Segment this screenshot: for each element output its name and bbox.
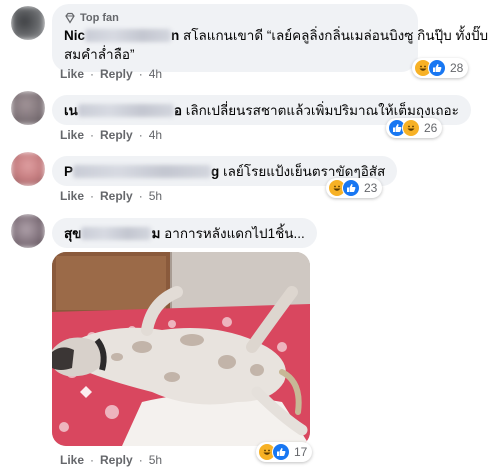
comment-actions: Like · Reply · 5h	[60, 189, 162, 203]
reply-link[interactable]: Reply	[100, 128, 133, 142]
name-visible: P	[64, 164, 74, 179]
commenter-name[interactable]: Nic n	[64, 28, 179, 43]
commenter-name[interactable]: สุข ม	[64, 226, 160, 241]
avatar[interactable]	[11, 91, 45, 125]
reaction-summary[interactable]: 23	[326, 178, 383, 198]
reaction-count: 26	[424, 121, 438, 135]
name-visible: Nic	[64, 28, 86, 43]
sleeping-dog-image	[52, 252, 310, 446]
comment-text: สโลแกนเขาดี “เลย์คลูลิ่งกลิ่นเมล่อนบิงซู…	[183, 28, 489, 43]
commenter-name[interactable]: เน อ	[64, 103, 182, 118]
blurred-name	[73, 165, 212, 178]
timestamp[interactable]: 4h	[149, 67, 162, 81]
name-tail: g	[211, 164, 220, 179]
reply-link[interactable]: Reply	[100, 453, 133, 467]
reaction-count: 28	[450, 61, 464, 75]
like-link[interactable]: Like	[60, 453, 84, 467]
diamond-badge-icon	[65, 12, 75, 24]
separator: ·	[90, 128, 95, 142]
separator: ·	[90, 67, 95, 81]
comment-actions: Like · Reply · 4h	[60, 67, 162, 81]
haha-emoji-icon	[402, 119, 420, 137]
separator: ·	[138, 453, 143, 467]
separator: ·	[90, 189, 95, 203]
blurred-name	[77, 104, 174, 117]
comment-bubble: สุข ม อาการหลังแดกไป1ชิ้น...	[52, 218, 317, 248]
separator: ·	[138, 67, 143, 81]
blurred-name	[81, 227, 152, 240]
avatar[interactable]	[11, 214, 45, 248]
comment-text: อาการหลังแดกไป1ชิ้น...	[164, 226, 305, 241]
name-tail: ม	[151, 226, 161, 241]
reaction-summary[interactable]: 26	[386, 118, 443, 138]
name-tail: n	[171, 28, 180, 43]
commenter-name[interactable]: Pg	[64, 164, 219, 179]
reaction-summary[interactable]: 17	[256, 442, 313, 462]
reaction-count: 17	[294, 445, 308, 459]
thumbs-up-icon	[342, 179, 360, 197]
name-tail: อ	[173, 103, 182, 118]
avatar[interactable]	[11, 6, 45, 40]
separator: ·	[138, 189, 143, 203]
blurred-name	[85, 29, 172, 42]
avatar[interactable]	[11, 152, 45, 186]
timestamp[interactable]: 5h	[149, 453, 162, 467]
reaction-summary[interactable]: 28	[412, 58, 469, 78]
like-link[interactable]: Like	[60, 189, 84, 203]
timestamp[interactable]: 4h	[149, 128, 162, 142]
like-link[interactable]: Like	[60, 67, 84, 81]
like-link[interactable]: Like	[60, 128, 84, 142]
name-visible: สุข	[64, 226, 82, 241]
thumbs-up-icon	[428, 59, 446, 77]
separator: ·	[138, 128, 143, 142]
reply-link[interactable]: Reply	[100, 67, 133, 81]
comment-actions: Like · Reply · 4h	[60, 128, 162, 142]
reaction-count: 23	[364, 181, 378, 195]
comment-text-line-2: สมคำล่ำลือ”	[64, 47, 135, 62]
name-visible: เน	[64, 103, 78, 118]
comment-actions: Like · Reply · 5h	[60, 453, 162, 467]
reply-link[interactable]: Reply	[100, 189, 133, 203]
badge-label: Top fan	[80, 12, 119, 24]
timestamp[interactable]: 5h	[149, 189, 162, 203]
thumbs-up-icon	[272, 443, 290, 461]
comment-text: เลิกเปลี่ยนรสชาตแล้วเพิ่มปริมาณให้เต็มถุ…	[185, 103, 459, 118]
top-fan-badge: Top fan	[64, 12, 406, 24]
comment-text: เลย์โรยแป้งเย็นตราขัดๆอิสัส	[223, 164, 386, 179]
separator: ·	[90, 453, 95, 467]
comment-photo[interactable]	[52, 252, 310, 446]
comment-bubble: Top fan Nic n สโลแกนเขาดี “เลย์คลูลิ่งกลิ…	[52, 4, 488, 72]
